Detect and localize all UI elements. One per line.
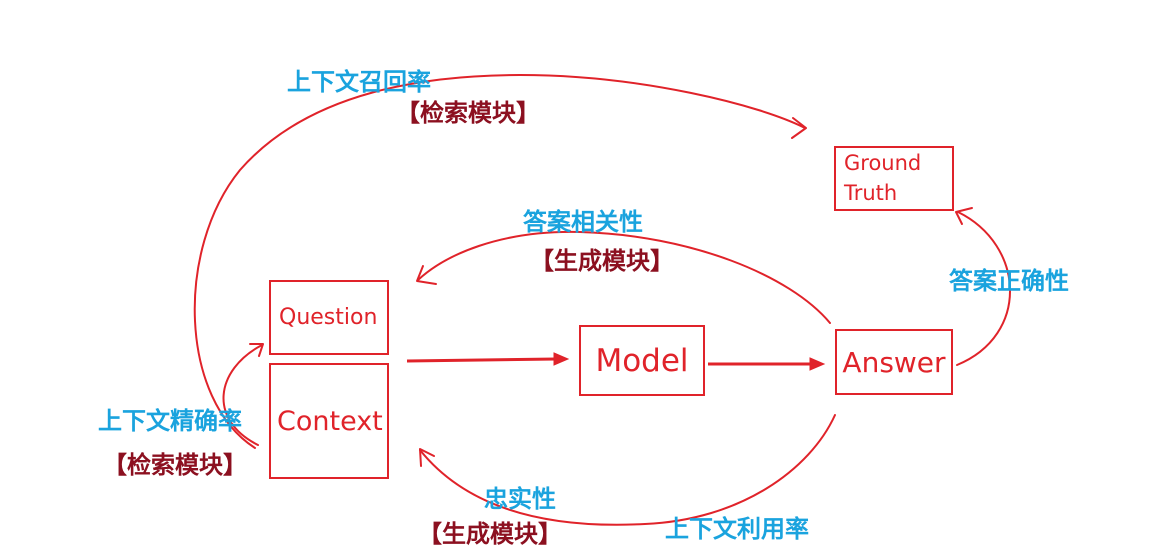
faithfulness-label: 忠实性: [484, 485, 556, 513]
context-precision-label: 上下文精确率: [98, 407, 242, 435]
context-box: Context: [269, 363, 389, 479]
ground-truth-box: Ground Truth: [834, 146, 954, 211]
model-box: Model: [579, 325, 705, 396]
answer-relevance-module-label: 【生成模块】: [530, 247, 674, 275]
answer-relevance-arrow: [417, 230, 831, 324]
question-box: Question: [269, 280, 389, 355]
ground-truth-label-line1: Ground: [844, 151, 922, 176]
context-recall-module-label: 【检索模块】: [396, 99, 540, 127]
context-precision-module-label: 【检索模块】: [103, 451, 247, 479]
answer-correctness-label: 答案正确性: [949, 267, 1069, 295]
model-to-answer-arrowhead: [809, 357, 826, 371]
context-label: Context: [277, 405, 383, 437]
ground-truth-label-line2: Truth: [844, 180, 898, 205]
answer-label: Answer: [842, 345, 946, 379]
context-utilization-label: 上下文利用率: [665, 515, 809, 543]
faithfulness-module-label: 【生成模块】: [418, 520, 562, 548]
answer-relevance-label: 答案相关性: [523, 208, 643, 236]
context-recall-label: 上下文召回率: [287, 68, 431, 96]
model-label: Model: [595, 342, 689, 379]
answer-box: Answer: [835, 329, 953, 395]
faithfulness-arrow: [419, 414, 836, 526]
input-to-model-arrow: [406, 357, 557, 363]
question-label: Question: [279, 305, 378, 330]
rag-evaluation-diagram: Question Context Model Answer Ground Tru…: [0, 0, 1164, 559]
input-to-model-arrowhead: [553, 352, 570, 366]
